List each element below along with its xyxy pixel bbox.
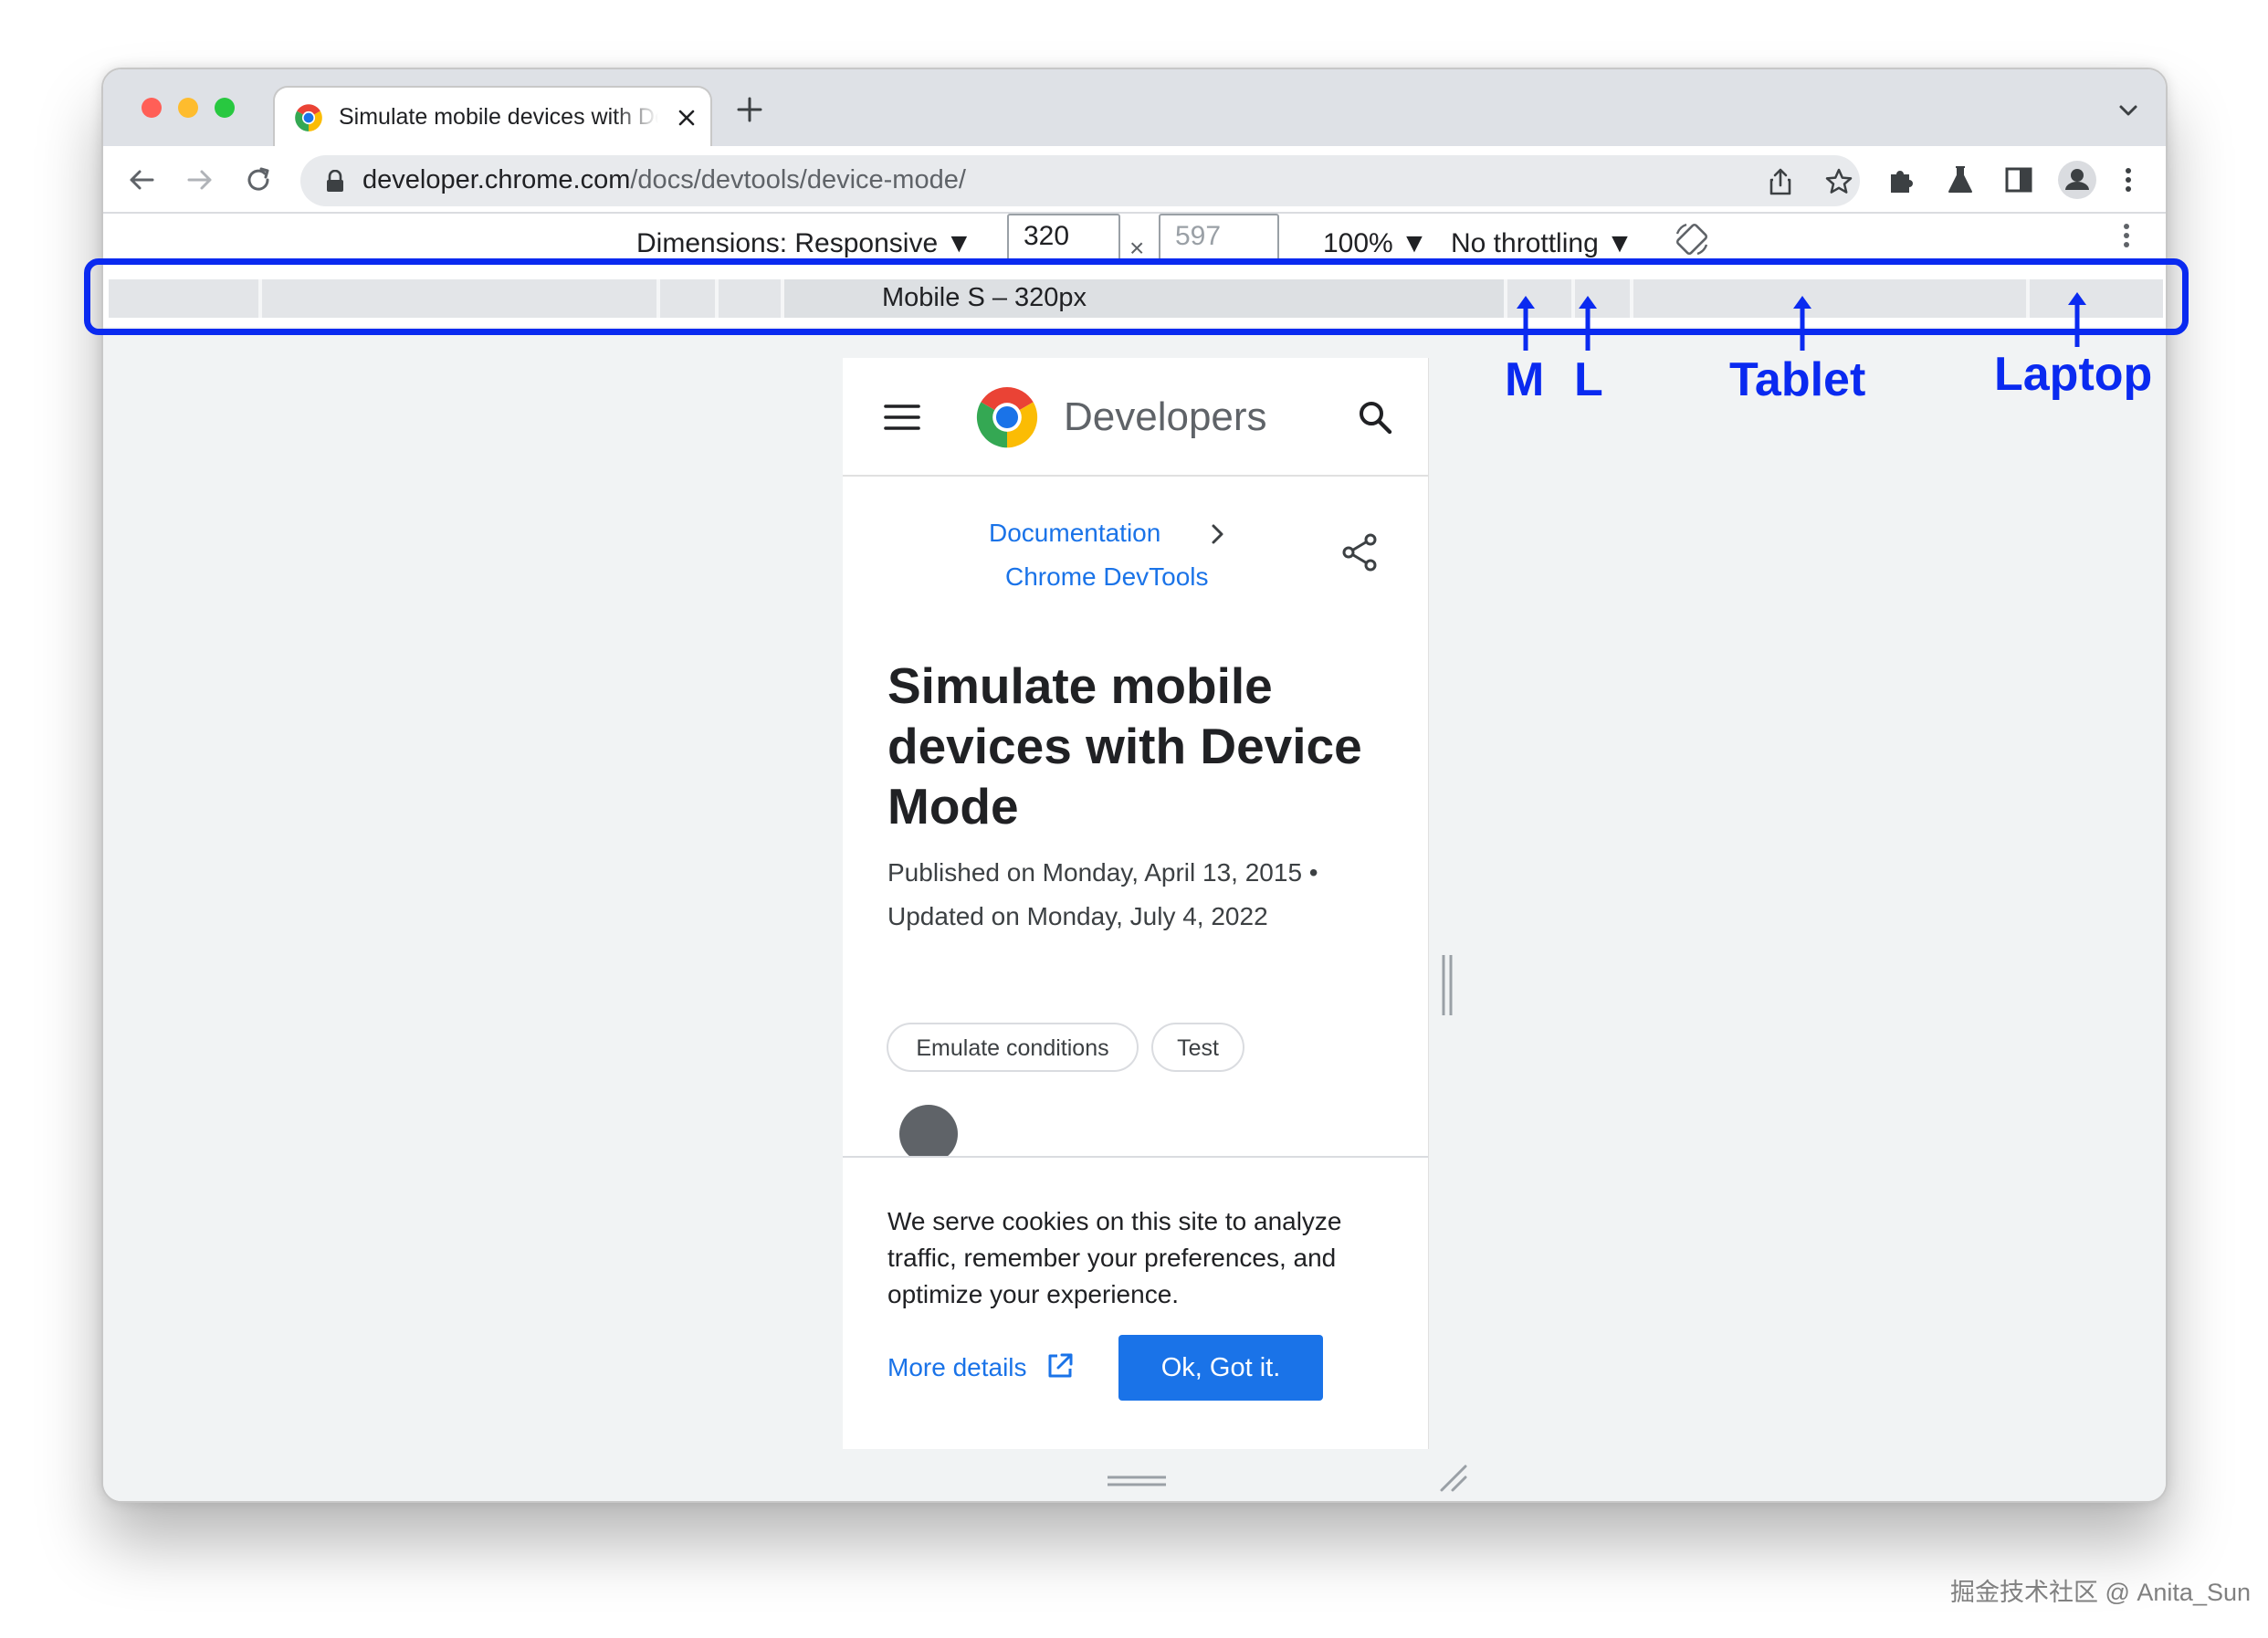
media-query-annotation-box: [84, 258, 2189, 335]
device-toolbar-menu-icon[interactable]: [2117, 221, 2136, 257]
zoom-label: 100%: [1323, 228, 1393, 258]
height-input[interactable]: 597: [1159, 214, 1279, 261]
tag-emulate-conditions[interactable]: Emulate conditions: [887, 1023, 1139, 1072]
annotation-label-laptop: Laptop: [1994, 348, 2153, 401]
cookie-banner: We serve cookies on this site to analyze…: [843, 1156, 1428, 1449]
width-input[interactable]: 320: [1007, 214, 1120, 261]
bookmark-star-icon[interactable]: [1823, 166, 1854, 197]
annotation-label-l: L: [1574, 353, 1603, 406]
more-details-link[interactable]: More details: [887, 1353, 1027, 1382]
published-date: Published on Monday, April 13, 2015 •: [887, 858, 1318, 887]
tab-search-chevron-icon[interactable]: [2115, 97, 2142, 124]
updated-date: Updated on Monday, July 4, 2022: [887, 902, 1268, 930]
page-title: Simulate mobile devices with Device Mode: [887, 657, 1362, 835]
author-peek: [843, 1097, 1428, 1163]
accept-cookies-button[interactable]: Ok, Got it.: [1118, 1335, 1323, 1401]
labs-flask-icon[interactable]: [1944, 163, 1977, 196]
watermark: 掘金技术社区 @ Anita_Sun: [1950, 1579, 2252, 1606]
arrow-up-icon: [1579, 296, 1597, 351]
tab-close-icon[interactable]: [671, 102, 702, 133]
throttling-dropdown[interactable]: No throttling ▼: [1451, 228, 1633, 259]
new-tab-icon[interactable]: [733, 93, 766, 126]
chrome-favicon-icon: [295, 104, 322, 131]
dimensions-label: Dimensions: Responsive: [636, 228, 939, 258]
external-link-icon[interactable]: [1045, 1351, 1075, 1381]
back-arrow-icon[interactable]: [123, 162, 160, 198]
search-icon[interactable]: [1356, 398, 1394, 436]
arrow-up-icon: [1793, 296, 1811, 351]
tab-title: Simulate mobile devices with Device Mode: [339, 104, 658, 130]
url-path: /docs/devtools/device-mode/: [630, 165, 966, 194]
address-bar[interactable]: developer.chrome.com/docs/devtools/devic…: [300, 155, 1860, 206]
dimensions-dropdown[interactable]: Dimensions: Responsive ▼: [636, 228, 972, 259]
url-text[interactable]: developer.chrome.com/docs/devtools/devic…: [362, 165, 966, 195]
browser-menu-kebab-icon[interactable]: [2119, 163, 2137, 196]
rotate-icon[interactable]: [1674, 221, 1710, 257]
brand-name[interactable]: Developers: [1064, 394, 1267, 440]
url-host: developer.chrome.com: [362, 165, 631, 194]
site-header: Developers: [843, 358, 1428, 477]
tab-strip: Simulate mobile devices with Device Mode: [103, 69, 2166, 146]
chevron-right-icon: [1212, 524, 1223, 544]
arrow-up-icon: [1517, 296, 1535, 351]
resize-handle-right-icon[interactable]: [1440, 953, 1454, 1017]
lock-icon[interactable]: [324, 170, 346, 194]
extensions-puzzle-icon[interactable]: [1885, 163, 1918, 196]
cookie-text: We serve cookies on this site to analyze…: [887, 1207, 1342, 1308]
chrome-logo-icon[interactable]: [972, 383, 1042, 452]
tab-active[interactable]: Simulate mobile devices with Device Mode: [273, 86, 712, 146]
throttling-label: No throttling: [1451, 228, 1599, 258]
resize-handle-bottom-icon[interactable]: [1106, 1474, 1168, 1488]
browser-toolbar: developer.chrome.com/docs/devtools/devic…: [103, 146, 2166, 214]
share-icon[interactable]: [1339, 531, 1381, 573]
emulated-device-page: Developers Documentation Chrome DevTools…: [843, 358, 1429, 1449]
tag-test[interactable]: Test: [1151, 1023, 1244, 1072]
emulated-viewport-area: Developers Documentation Chrome DevTools…: [103, 327, 2166, 1501]
minimize-window-button[interactable]: [178, 98, 198, 118]
share-page-icon[interactable]: [1765, 166, 1796, 197]
breadcrumb-chrome-devtools[interactable]: Chrome DevTools: [1005, 562, 1209, 592]
reload-icon[interactable]: [240, 162, 277, 198]
forward-arrow-icon[interactable]: [182, 162, 218, 198]
arrow-up-icon: [2068, 292, 2086, 347]
resize-handle-corner-icon[interactable]: [1438, 1463, 1469, 1494]
annotation-label-m: M: [1505, 353, 1545, 406]
annotation-label-tablet: Tablet: [1729, 353, 1866, 406]
close-window-button[interactable]: [142, 98, 162, 118]
profile-avatar-icon[interactable]: [2057, 160, 2097, 200]
breadcrumb-documentation[interactable]: Documentation: [989, 519, 1160, 548]
author-avatar: [899, 1105, 958, 1163]
side-panel-icon[interactable]: [2002, 163, 2035, 196]
zoom-dropdown[interactable]: 100% ▼: [1323, 228, 1428, 259]
zoom-window-button[interactable]: [215, 98, 235, 118]
hamburger-menu-icon[interactable]: [883, 402, 921, 433]
